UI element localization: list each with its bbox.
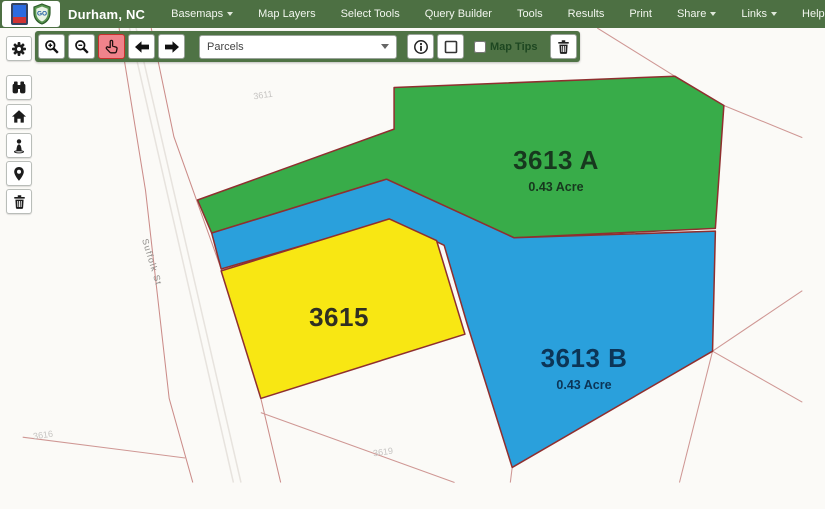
hand-pointer-icon <box>104 39 119 54</box>
parcel-boundary-line <box>713 351 803 402</box>
home-icon <box>11 109 27 124</box>
map-tips-checkbox[interactable] <box>474 41 486 53</box>
parcel-boundary-line <box>597 28 674 76</box>
menu-item-query-builder[interactable]: Query Builder <box>425 8 492 20</box>
zoom-in-icon <box>44 39 60 55</box>
chevron-down-icon <box>710 12 716 16</box>
back-button[interactable] <box>128 34 155 59</box>
gear-icon <box>11 41 27 57</box>
menu-item-label: Results <box>568 8 605 20</box>
layer-select[interactable]: Parcels <box>199 35 397 59</box>
menu-item-links[interactable]: Links <box>741 8 777 20</box>
zoom-out-button[interactable] <box>68 34 95 59</box>
clear-selection-button[interactable] <box>550 34 577 59</box>
menu-item-tools[interactable]: Tools <box>517 8 543 20</box>
menu-item-results[interactable]: Results <box>568 8 605 20</box>
parcel-boundary-line <box>23 437 186 458</box>
map-tips-label[interactable]: Map Tips <box>490 41 537 53</box>
home-button[interactable] <box>6 104 32 129</box>
menu-item-label: Basemaps <box>171 8 223 20</box>
menu-item-label: Map Layers <box>258 8 315 20</box>
arrow-left-icon <box>134 40 150 54</box>
menu-item-map-layers[interactable]: Map Layers <box>258 8 315 20</box>
map-pin-icon <box>12 166 26 182</box>
menu-item-help[interactable]: Help <box>802 8 825 20</box>
parcel-boundary-line <box>261 413 455 483</box>
layer-select-value: Parcels <box>207 41 244 53</box>
menu-item-label: Select Tools <box>341 8 400 20</box>
map-tips-toggle: Map Tips <box>474 41 537 53</box>
parcel-boundary-line <box>713 291 803 351</box>
settings-button[interactable] <box>6 36 32 61</box>
map-canvas[interactable] <box>0 28 825 509</box>
location-button[interactable] <box>6 161 32 186</box>
parcel-boundary-line <box>724 105 802 137</box>
search-button[interactable] <box>6 75 32 100</box>
svg-text:GO: GO <box>36 11 46 18</box>
binoculars-icon <box>11 80 27 95</box>
arrow-right-icon <box>164 40 180 54</box>
parcel-boundary-line <box>679 351 712 482</box>
parcel-map <box>0 28 825 509</box>
menu-item-label: Share <box>677 8 706 20</box>
identify-button[interactable] <box>407 34 434 59</box>
menu-item-share[interactable]: Share <box>677 8 716 20</box>
menu-item-label: Tools <box>517 8 543 20</box>
person-icon <box>11 138 27 154</box>
delete-button[interactable] <box>6 189 32 214</box>
toolbar: Parcels Map Tips <box>35 31 580 62</box>
menu-item-basemaps[interactable]: Basemaps <box>171 8 233 20</box>
rectangle-icon <box>443 39 459 55</box>
gis-app-window: 3613 A 0.43 Acre 3613 B 0.43 Acre 3615 3… <box>0 0 825 509</box>
menubar: GO Durham, NC Basemaps Map Layers Select T… <box>0 0 825 28</box>
chevron-down-icon <box>381 44 389 49</box>
app-logo[interactable]: GO <box>2 1 60 27</box>
menu-item-label: Print <box>629 8 652 20</box>
pointer-select-tool-button[interactable] <box>98 34 125 59</box>
gis-shield-logo-icon: GO <box>32 3 52 25</box>
forward-button[interactable] <box>158 34 185 59</box>
device-logo-icon <box>11 3 28 25</box>
chevron-down-icon <box>771 12 777 16</box>
menu-items: Basemaps Map Layers Select Tools Query Buil… <box>171 8 825 20</box>
street-view-button[interactable] <box>6 133 32 158</box>
app-title: Durham, NC <box>68 7 145 22</box>
menu-item-label: Help <box>802 8 825 20</box>
rectangle-select-button[interactable] <box>437 34 464 59</box>
menu-item-label: Links <box>741 8 767 20</box>
menu-item-print[interactable]: Print <box>629 8 652 20</box>
zoom-in-button[interactable] <box>38 34 65 59</box>
zoom-out-icon <box>74 39 90 55</box>
menu-item-label: Query Builder <box>425 8 492 20</box>
chevron-down-icon <box>227 12 233 16</box>
menu-item-select-tools[interactable]: Select Tools <box>341 8 400 20</box>
parcel-boundary-line <box>510 467 512 482</box>
trash-icon <box>12 194 27 210</box>
info-icon <box>413 39 429 55</box>
trash-icon <box>556 39 571 55</box>
